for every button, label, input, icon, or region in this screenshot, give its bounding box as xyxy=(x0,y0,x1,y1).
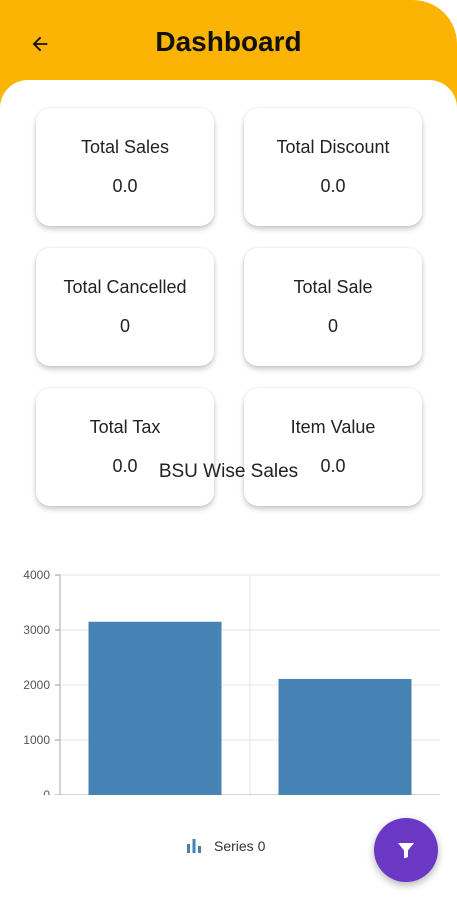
y-tick-label: 1000 xyxy=(23,733,50,747)
card-total-sales[interactable]: Total Sales 0.0 xyxy=(36,108,214,226)
bar xyxy=(88,621,222,795)
bar-chart: 01000200030004000WoW Meal - FastfoodDemo… xyxy=(23,568,440,820)
page-title: Dashboard xyxy=(155,26,302,57)
card-value: 0.0 xyxy=(112,176,138,196)
y-tick-label: 0 xyxy=(43,788,50,795)
card-total-cancelled[interactable]: Total Cancelled 0 xyxy=(36,248,214,366)
summary-cards: Total Sales 0.0 Total Discount 0.0 Total… xyxy=(36,108,424,506)
y-tick-label: 3000 xyxy=(23,623,50,637)
bar xyxy=(278,678,412,795)
filter-button[interactable] xyxy=(374,818,438,882)
y-tick-label: 4000 xyxy=(23,568,50,582)
dashboard-screen: Dashboard Total Sales 0.0 Total Discount… xyxy=(0,0,457,900)
chart-title: BSU Wise Sales xyxy=(158,461,299,482)
card-label: Item Value xyxy=(290,417,376,437)
card-value: 0.0 xyxy=(320,176,346,196)
card-label: Total Discount xyxy=(276,137,390,157)
card-label: Total Cancelled xyxy=(63,277,187,297)
legend-series-label: Series 0 xyxy=(214,838,266,854)
bar-chart-icon xyxy=(187,839,201,853)
card-value: 0 xyxy=(327,316,338,336)
card-value: 0 xyxy=(119,316,130,336)
card-total-discount[interactable]: Total Discount 0.0 xyxy=(244,108,422,226)
chart-legend: Series 0 xyxy=(184,836,265,856)
card-label: Total Sales xyxy=(80,137,170,157)
filter-icon xyxy=(398,843,414,859)
card-label: Total Tax xyxy=(89,417,161,437)
card-total-sale[interactable]: Total Sale 0 xyxy=(244,248,422,366)
card-label: Total Sale xyxy=(293,277,373,297)
y-tick-label: 2000 xyxy=(23,678,50,692)
bsu-sales-chart: BSU Wise Sales 01000200030004000WoW Meal… xyxy=(0,455,457,820)
